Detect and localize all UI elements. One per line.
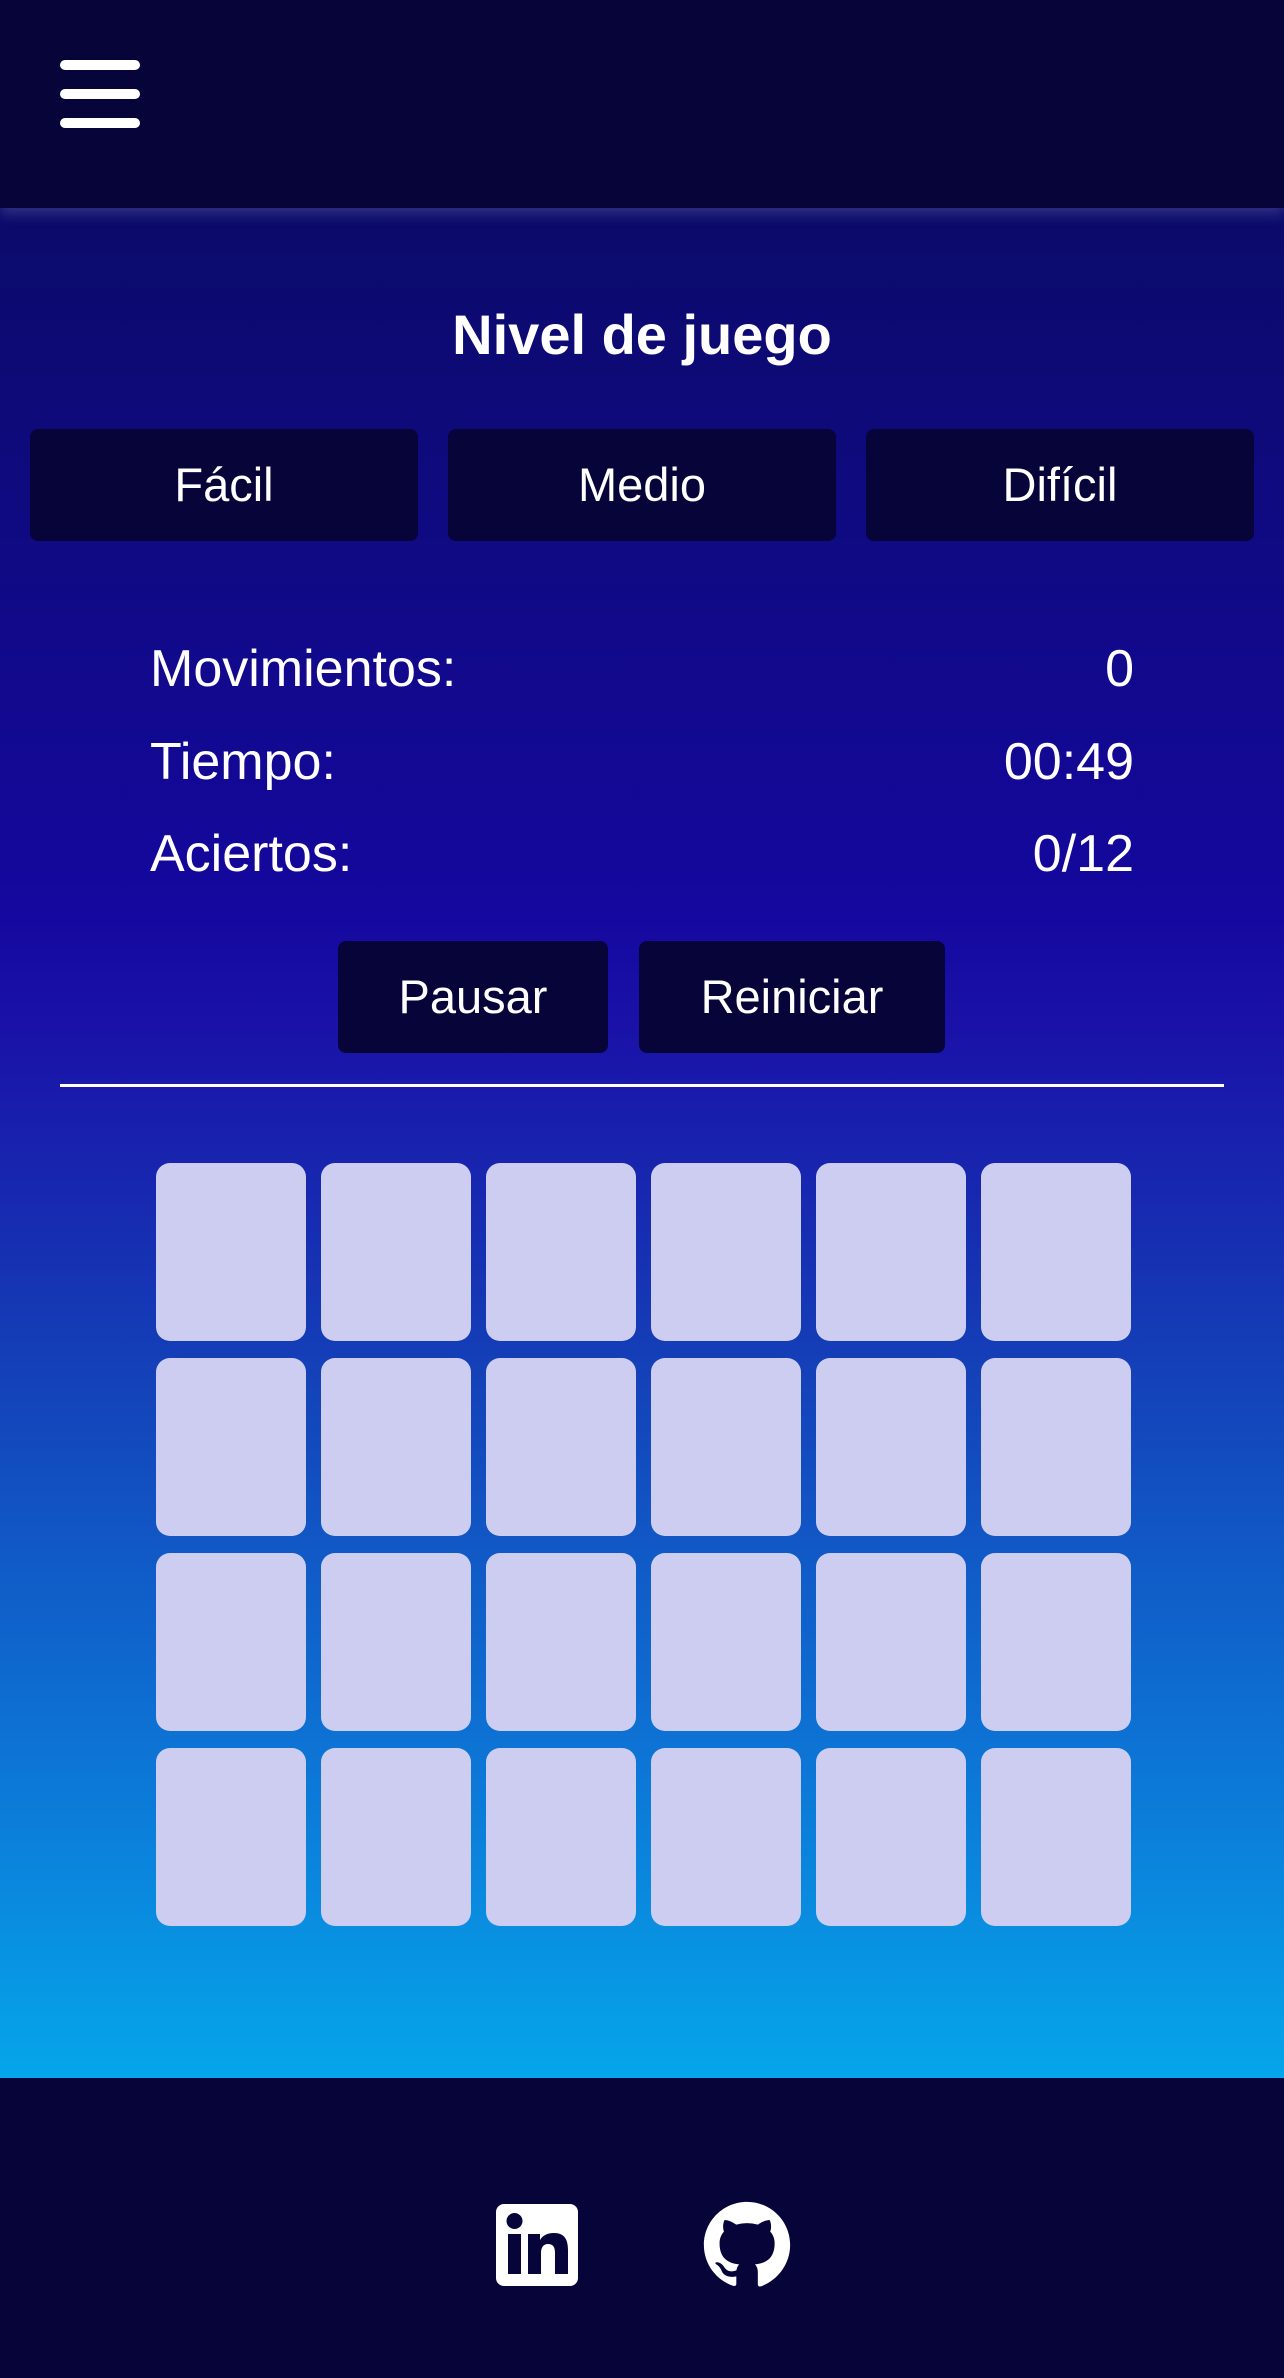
moves-label: Movimientos: bbox=[150, 640, 457, 698]
memory-card[interactable] bbox=[486, 1358, 636, 1536]
top-header bbox=[0, 0, 1284, 208]
game-area: Nivel de juego Fácil Medio Difícil Movim… bbox=[0, 208, 1284, 2078]
memory-card[interactable] bbox=[816, 1358, 966, 1536]
memory-card[interactable] bbox=[486, 1163, 636, 1341]
memory-card[interactable] bbox=[156, 1748, 306, 1926]
restart-button[interactable]: Reiniciar bbox=[639, 941, 945, 1053]
hamburger-menu-icon[interactable] bbox=[60, 58, 140, 130]
memory-card[interactable] bbox=[651, 1553, 801, 1731]
time-label: Tiempo: bbox=[150, 733, 336, 791]
pause-button[interactable]: Pausar bbox=[338, 941, 608, 1053]
memory-card[interactable] bbox=[321, 1553, 471, 1731]
memory-card[interactable] bbox=[321, 1748, 471, 1926]
memory-card[interactable] bbox=[981, 1358, 1131, 1536]
memory-card[interactable] bbox=[981, 1748, 1131, 1926]
memory-card[interactable] bbox=[156, 1553, 306, 1731]
memory-card[interactable] bbox=[321, 1358, 471, 1536]
memory-card[interactable] bbox=[486, 1748, 636, 1926]
moves-value: 0 bbox=[1105, 640, 1134, 698]
footer bbox=[0, 2078, 1284, 2378]
memory-card[interactable] bbox=[816, 1748, 966, 1926]
hits-value: 0/12 bbox=[1032, 825, 1134, 883]
memory-card[interactable] bbox=[981, 1553, 1131, 1731]
memory-card[interactable] bbox=[321, 1163, 471, 1341]
time-value: 00:49 bbox=[1003, 733, 1134, 791]
memory-card[interactable] bbox=[651, 1748, 801, 1926]
memory-card[interactable] bbox=[981, 1163, 1131, 1341]
linkedin-icon[interactable] bbox=[492, 2200, 582, 2290]
memory-card[interactable] bbox=[651, 1163, 801, 1341]
level-easy-button[interactable]: Fácil bbox=[30, 429, 418, 541]
memory-card[interactable] bbox=[816, 1163, 966, 1341]
hits-label: Aciertos: bbox=[150, 825, 353, 883]
memory-card[interactable] bbox=[651, 1358, 801, 1536]
memory-card[interactable] bbox=[156, 1163, 306, 1341]
memory-card[interactable] bbox=[156, 1358, 306, 1536]
level-medium-button[interactable]: Medio bbox=[448, 429, 836, 541]
level-hard-button[interactable]: Difícil bbox=[866, 429, 1254, 541]
level-title: Nivel de juego bbox=[452, 303, 832, 366]
github-icon[interactable] bbox=[702, 2200, 792, 2290]
memory-card[interactable] bbox=[486, 1553, 636, 1731]
divider bbox=[60, 1084, 1224, 1087]
memory-card[interactable] bbox=[816, 1553, 966, 1731]
